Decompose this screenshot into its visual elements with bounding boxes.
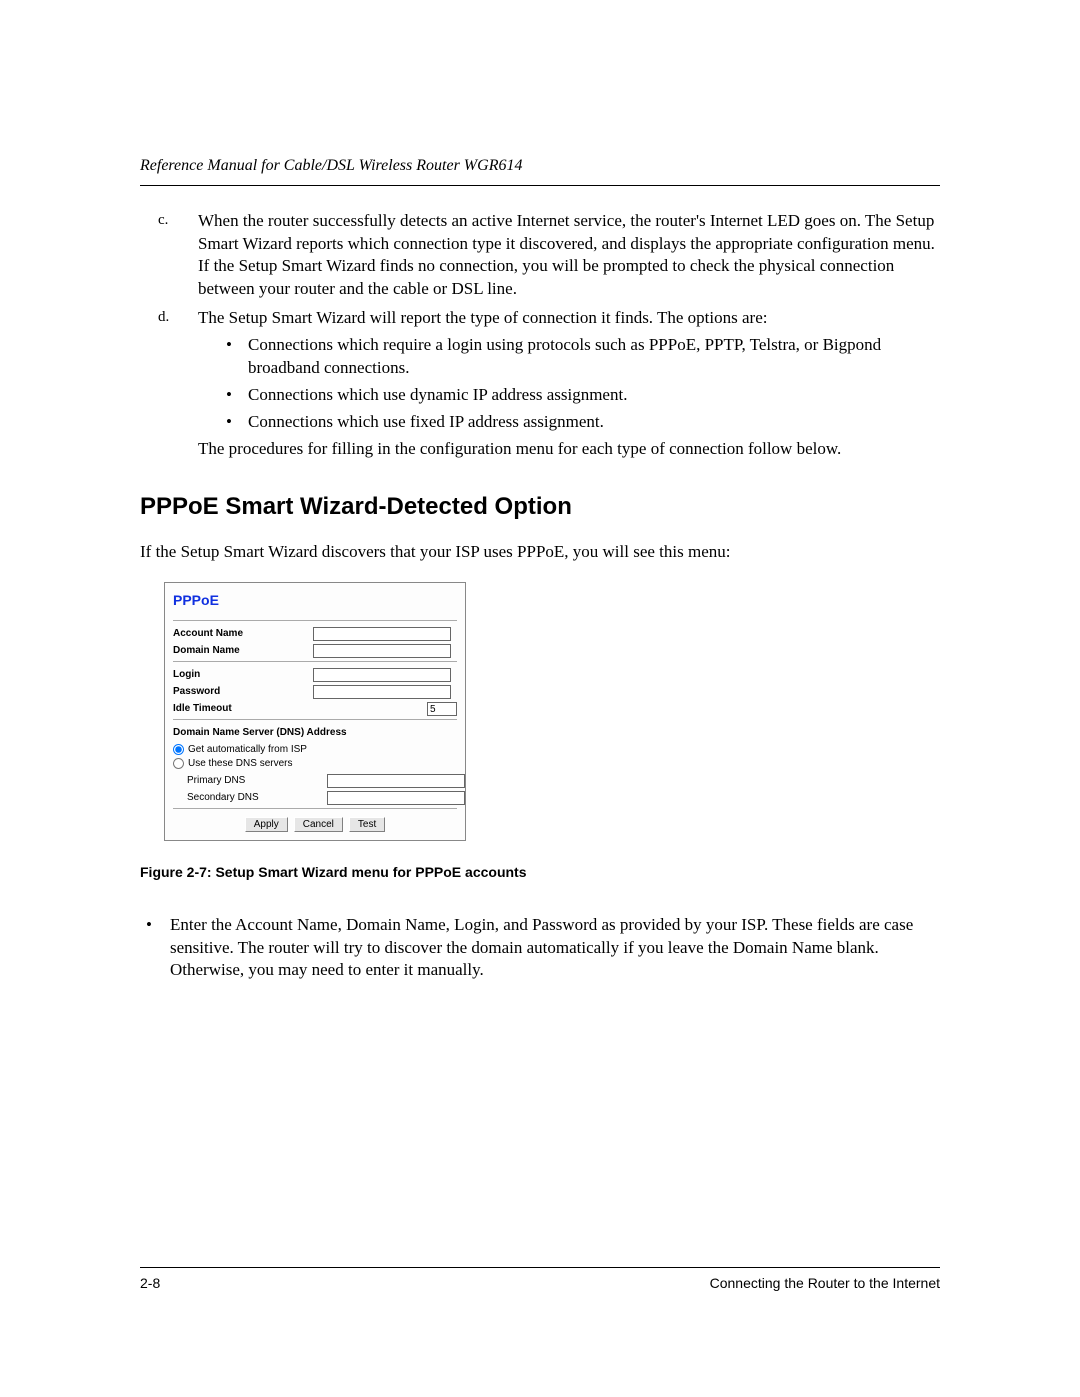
idle-timeout-input[interactable] [427, 702, 457, 716]
dns-auto-label: Get automatically from ISP [188, 743, 307, 757]
dns-manual-label: Use these DNS servers [188, 757, 292, 771]
password-input[interactable] [313, 685, 451, 699]
login-label: Login [173, 668, 313, 682]
step-d-sublist: Connections which require a login using … [198, 334, 940, 434]
step-d-sub-0: Connections which require a login using … [226, 334, 940, 380]
figure-screenshot: PPPoE Account Name Domain Name Login Pas… [164, 582, 940, 840]
step-d-marker: d. [140, 307, 198, 461]
dns-heading: Domain Name Server (DNS) Address [173, 726, 457, 740]
secondary-dns-label: Secondary DNS [173, 791, 327, 805]
header-rule [140, 185, 940, 186]
secondary-dns-input[interactable] [327, 791, 465, 805]
dns-auto-option[interactable]: Get automatically from ISP [173, 743, 457, 757]
instruction-bullet-0: Enter the Account Name, Domain Name, Log… [140, 914, 940, 983]
footer-section-title: Connecting the Router to the Internet [710, 1274, 940, 1293]
pppoe-form-panel: PPPoE Account Name Domain Name Login Pas… [164, 582, 466, 840]
step-c-text: When the router successfully detects an … [198, 210, 940, 302]
domain-name-input[interactable] [313, 644, 451, 658]
footer-rule [140, 1267, 940, 1268]
step-d-text: The Setup Smart Wizard will report the t… [198, 307, 940, 330]
ordered-steps: c. When the router successfully detects … [140, 210, 940, 461]
account-name-input[interactable] [313, 627, 451, 641]
idle-timeout-label: Idle Timeout [173, 702, 313, 716]
primary-dns-label: Primary DNS [173, 774, 327, 788]
cancel-button[interactable]: Cancel [294, 817, 343, 832]
primary-dns-input[interactable] [327, 774, 465, 788]
password-label: Password [173, 685, 313, 699]
form-separator-3 [173, 719, 457, 720]
account-name-label: Account Name [173, 627, 313, 641]
section-intro: If the Setup Smart Wizard discovers that… [140, 541, 940, 564]
dns-manual-option[interactable]: Use these DNS servers [173, 757, 457, 771]
dns-auto-radio[interactable] [173, 744, 184, 755]
form-title: PPPoE [173, 589, 457, 618]
step-c-marker: c. [140, 210, 198, 302]
form-separator-2 [173, 661, 457, 662]
step-d-tail: The procedures for filling in the config… [198, 438, 940, 461]
apply-button[interactable]: Apply [245, 817, 288, 832]
step-d-sub-1: Connections which use dynamic IP address… [226, 384, 940, 407]
instruction-bullets: Enter the Account Name, Domain Name, Log… [140, 914, 940, 983]
dns-manual-radio[interactable] [173, 758, 184, 769]
step-d-sub-2: Connections which use fixed IP address a… [226, 411, 940, 434]
page-number: 2-8 [140, 1274, 160, 1293]
login-input[interactable] [313, 668, 451, 682]
section-heading: PPPoE Smart Wizard-Detected Option [140, 491, 940, 523]
test-button[interactable]: Test [349, 817, 385, 832]
form-separator-1 [173, 620, 457, 621]
form-separator-4 [173, 808, 457, 809]
figure-caption: Figure 2-7: Setup Smart Wizard menu for … [140, 863, 940, 882]
running-header: Reference Manual for Cable/DSL Wireless … [140, 155, 940, 183]
domain-name-label: Domain Name [173, 644, 313, 658]
